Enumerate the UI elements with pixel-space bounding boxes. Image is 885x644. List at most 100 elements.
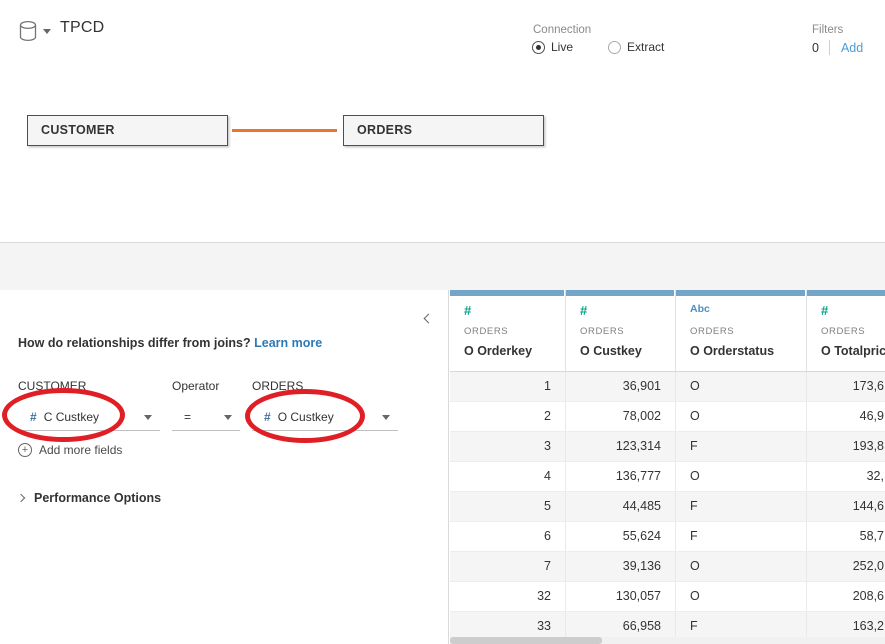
radio-unselected-icon [608, 41, 621, 54]
cell: O [676, 582, 807, 612]
table-row: 4 136,777 O 32, [450, 462, 885, 492]
right-field-dropdown[interactable]: # O Custkey [252, 403, 398, 431]
caret-down-icon [43, 29, 51, 34]
divider [829, 40, 830, 55]
table-row: 5 44,485 F 144,6 [450, 492, 885, 522]
table-row: 3 123,314 F 193,8 [450, 432, 885, 462]
operator-label: Operator [172, 379, 219, 393]
cell: 208,6 [807, 582, 885, 612]
preview-toolbar: CUSTOMER — ORDERS 100 → rows ⚙ [0, 242, 885, 290]
column-header-orderstatus[interactable]: Abc ORDERS O Orderstatus [676, 290, 807, 371]
cell: O [676, 372, 807, 402]
table-row: 2 78,002 O 46,9 [450, 402, 885, 432]
cell: O [676, 552, 807, 582]
cell: 6 [450, 522, 566, 552]
column-field-name: O Orderkey [464, 344, 532, 358]
relationship-noodle[interactable] [232, 129, 337, 132]
performance-options-label: Performance Options [34, 491, 161, 505]
filters-label: Filters [812, 24, 843, 36]
radio-live-label: Live [551, 40, 573, 54]
datasource-title[interactable]: TPCD [60, 19, 104, 37]
performance-options-toggle[interactable]: Performance Options [18, 491, 161, 505]
filters-count: 0 [812, 41, 819, 55]
right-field-value: O Custkey [278, 410, 334, 424]
cell: 32, [807, 462, 885, 492]
caret-down-icon [144, 415, 152, 420]
number-type-icon: # [464, 304, 471, 317]
table-row: 32 130,057 O 208,6 [450, 582, 885, 612]
cell: 7 [450, 552, 566, 582]
chevron-right-icon [17, 494, 25, 502]
cell: 32 [450, 582, 566, 612]
radio-extract[interactable]: Extract [608, 40, 664, 54]
left-field-dropdown[interactable]: # C Custkey [18, 403, 160, 431]
cell: 58,7 [807, 522, 885, 552]
filters-add-link[interactable]: Add [841, 41, 863, 55]
column-accent-bar [450, 290, 564, 296]
cell: 144,6 [807, 492, 885, 522]
cell: F [676, 432, 807, 462]
horizontal-scrollbar-thumb[interactable] [450, 637, 602, 644]
column-header-custkey[interactable]: # ORDERS O Custkey [566, 290, 676, 371]
column-table-name: ORDERS [464, 326, 508, 337]
table-row: 6 55,624 F 58,7 [450, 522, 885, 552]
column-field-name: O Custkey [580, 344, 642, 358]
collapse-pane-button[interactable] [422, 306, 435, 330]
cell: 3 [450, 432, 566, 462]
chevron-left-icon [424, 314, 434, 324]
column-accent-bar [676, 290, 805, 296]
radio-extract-label: Extract [627, 40, 664, 54]
cell: 44,485 [566, 492, 676, 522]
column-table-name: ORDERS [690, 326, 734, 337]
grid-header-row: # ORDERS O Orderkey # ORDERS O Custkey A… [450, 290, 885, 372]
cell: 55,624 [566, 522, 676, 552]
column-table-name: ORDERS [821, 326, 865, 337]
datasource-page: TPCD Connection Live Extract Filters 0 A… [0, 0, 885, 644]
radio-live[interactable]: Live [532, 40, 573, 54]
cell: F [676, 492, 807, 522]
cell: 78,002 [566, 402, 676, 432]
column-accent-bar [807, 290, 885, 296]
number-type-icon: # [580, 304, 587, 317]
right-table-label: ORDERS [252, 379, 303, 393]
table-node-orders[interactable]: ORDERS [343, 115, 544, 146]
operator-value: = [184, 410, 191, 424]
cell: O [676, 462, 807, 492]
cell: 252,0 [807, 552, 885, 582]
string-type-icon: Abc [690, 304, 710, 315]
operator-dropdown[interactable]: = [172, 403, 240, 431]
left-field-value: C Custkey [44, 410, 99, 424]
column-field-name: O Orderstatus [690, 344, 774, 358]
column-table-name: ORDERS [580, 326, 624, 337]
data-preview-grid: # ORDERS O Orderkey # ORDERS O Custkey A… [450, 290, 885, 644]
connection-label: Connection [533, 24, 591, 36]
cell: F [676, 522, 807, 552]
learn-more-link[interactable]: Learn more [254, 336, 322, 350]
caret-down-icon [382, 415, 390, 420]
cell: 39,136 [566, 552, 676, 582]
cell: 4 [450, 462, 566, 492]
left-table-label: CUSTOMER [18, 379, 86, 393]
cell: 130,057 [566, 582, 676, 612]
cell: 46,9 [807, 402, 885, 432]
cell: 136,777 [566, 462, 676, 492]
add-more-fields-label: Add more fields [39, 443, 122, 457]
number-field-icon: # [30, 410, 37, 424]
column-header-orderkey[interactable]: # ORDERS O Orderkey [450, 290, 566, 371]
horizontal-scrollbar-track[interactable] [450, 637, 885, 644]
connection-menu-button[interactable] [19, 20, 53, 44]
cell: 2 [450, 402, 566, 432]
table-node-customer[interactable]: CUSTOMER [27, 115, 228, 146]
table-row: 1 36,901 O 173,6 [450, 372, 885, 402]
add-more-fields-button[interactable]: + Add more fields [18, 443, 122, 457]
cell: 36,901 [566, 372, 676, 402]
cell: 173,6 [807, 372, 885, 402]
caret-down-icon [224, 415, 232, 420]
column-header-totalprice[interactable]: # ORDERS O Totalprice [807, 290, 885, 371]
column-field-name: O Totalprice [821, 344, 885, 358]
number-field-icon: # [264, 410, 271, 424]
cell: O [676, 402, 807, 432]
cell: 5 [450, 492, 566, 522]
connection-radio-group: Live Extract [532, 40, 664, 54]
table-row: 7 39,136 O 252,0 [450, 552, 885, 582]
